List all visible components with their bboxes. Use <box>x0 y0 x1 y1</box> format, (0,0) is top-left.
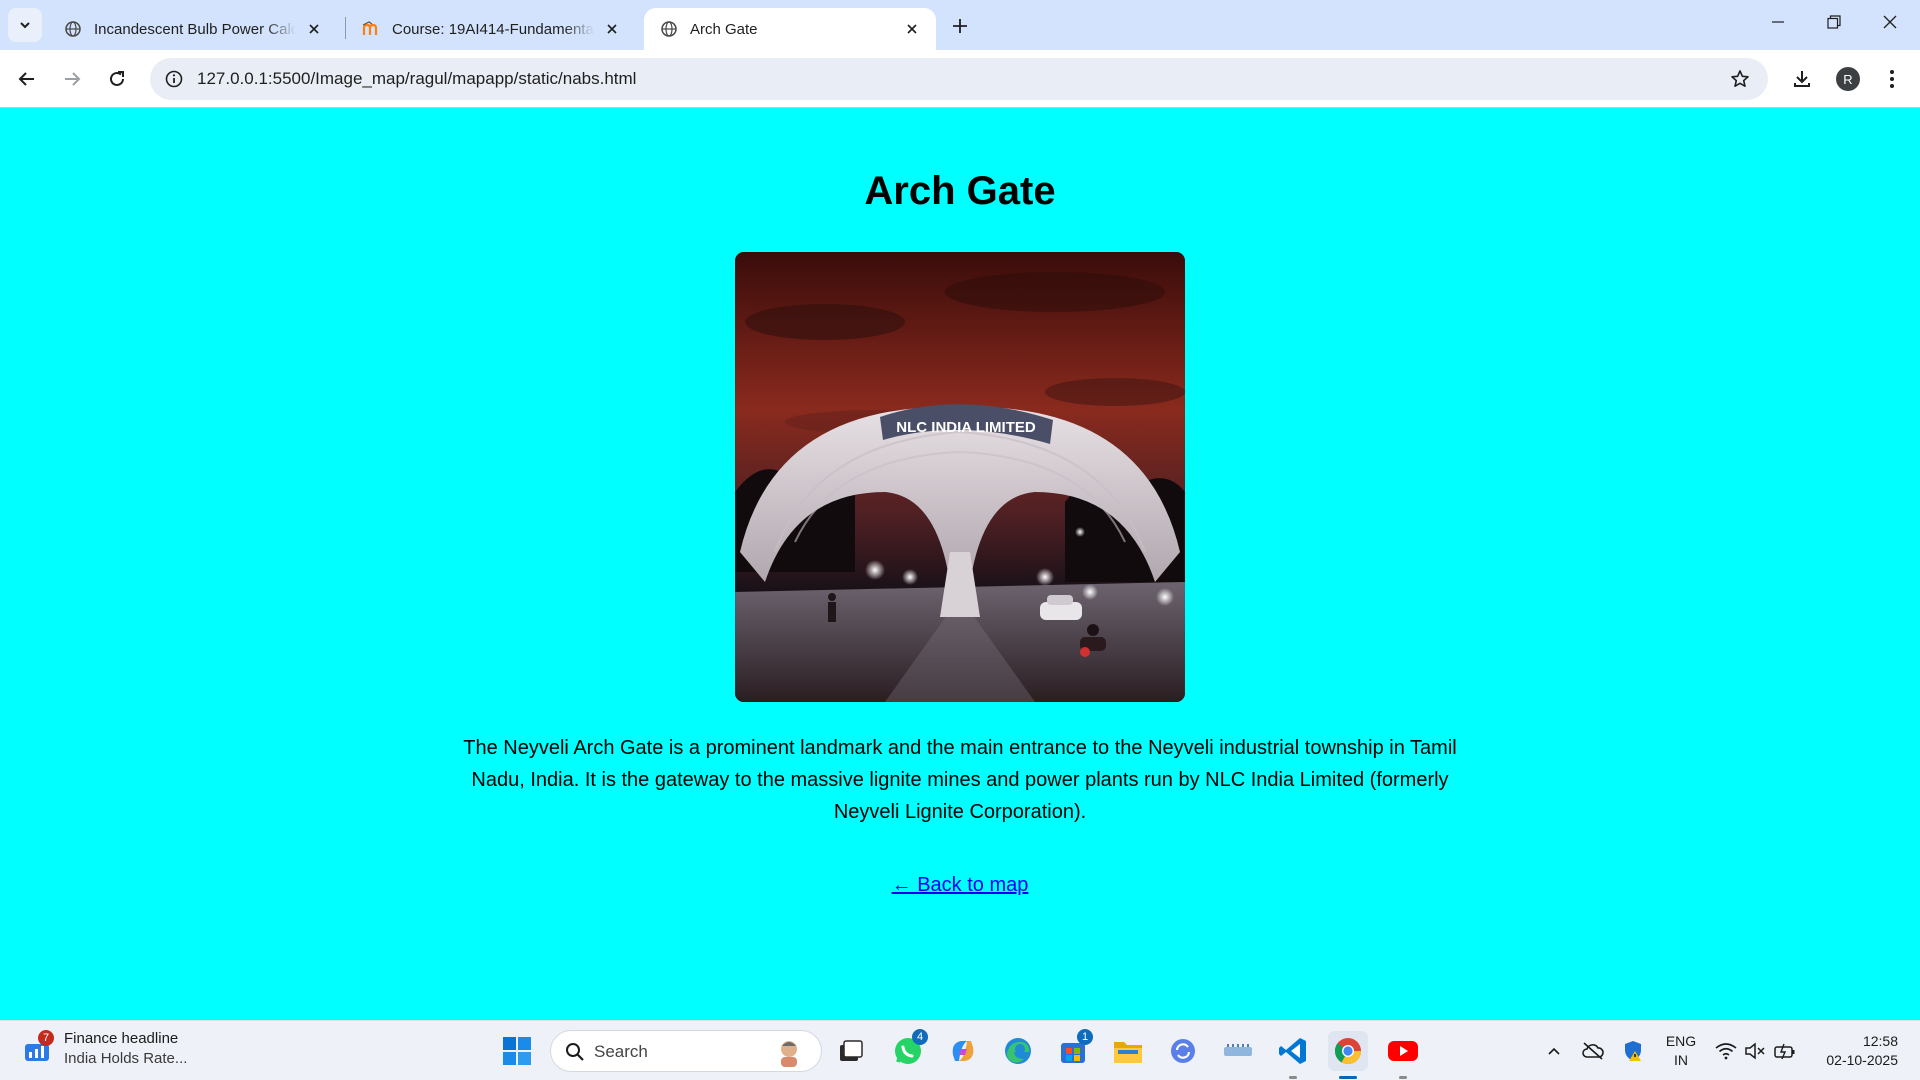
search-icon <box>566 1043 584 1061</box>
widget-badge: 7 <box>38 1030 54 1046</box>
restore-button[interactable] <box>1806 0 1862 44</box>
whatsapp-badge: 4 <box>912 1029 928 1045</box>
edge-button[interactable] <box>998 1031 1038 1071</box>
back-button[interactable] <box>9 61 45 97</box>
running-indicator <box>1289 1076 1297 1079</box>
running-indicator <box>1399 1076 1407 1079</box>
tab-title: Arch Gate <box>690 20 758 38</box>
restore-icon <box>1827 15 1841 29</box>
arrow-right-icon <box>65 72 81 86</box>
close-icon <box>1883 15 1897 29</box>
clock-time: 12:58 <box>1862 1033 1898 1049</box>
close-icon[interactable] <box>602 19 622 39</box>
tab-title: Incandescent Bulb Power Calcul <box>94 20 296 38</box>
download-icon <box>1794 71 1810 87</box>
start-button[interactable] <box>497 1031 537 1071</box>
onedrive-button[interactable] <box>1573 1031 1613 1071</box>
close-icon[interactable] <box>304 19 324 39</box>
show-hidden-icons-button[interactable] <box>1532 1031 1576 1071</box>
plus-icon <box>953 19 967 33</box>
store-badge: 1 <box>1077 1029 1093 1045</box>
windows-logo-icon <box>503 1037 531 1065</box>
downloads-button[interactable] <box>1784 61 1820 97</box>
stock-chart-icon: 7 <box>22 1030 54 1064</box>
copilot-icon <box>952 1041 974 1061</box>
close-icon[interactable] <box>902 19 922 39</box>
news-widget[interactable]: 7 Finance headline India Holds Rate... <box>22 1029 187 1069</box>
menu-button[interactable] <box>1874 61 1910 97</box>
vscode-icon <box>1279 1038 1306 1064</box>
address-bar[interactable]: 127.0.0.1:5500/Image_map/ragul/mapapp/st… <box>150 58 1768 100</box>
tab-incandescent[interactable]: Incandescent Bulb Power Calcul <box>48 8 338 50</box>
task-view-button[interactable] <box>831 1031 871 1071</box>
windows-taskbar: 7 Finance headline India Holds Rate... S… <box>0 1020 1920 1080</box>
search-highlight-icon <box>781 1041 797 1067</box>
globe-icon <box>64 20 82 38</box>
widget-headline: Finance headline <box>64 1030 179 1047</box>
arch-gate-photo: NLC INDIA LIMITED <box>735 252 1185 702</box>
youtube-button[interactable] <box>1383 1031 1423 1079</box>
browser-toolbar: 127.0.0.1:5500/Image_map/ragul/mapapp/st… <box>0 50 1920 108</box>
profile-avatar[interactable]: R <box>1836 67 1860 91</box>
new-tab-button[interactable] <box>944 10 976 42</box>
back-link-container: ← Back to map <box>0 874 1920 897</box>
taskbar-search-box[interactable]: Search <box>550 1030 822 1072</box>
kebab-menu-icon <box>1890 70 1894 88</box>
cloud-off-icon <box>1582 1042 1604 1060</box>
page-content: Arch Gate NLC INDIA LIMITED The Neyveli … <box>0 108 1920 1020</box>
moodle-icon <box>362 20 380 38</box>
chevron-up-icon <box>1548 1047 1560 1055</box>
tab-strip: Incandescent Bulb Power Calcul Course: 1… <box>0 0 1920 50</box>
running-indicator <box>1339 1076 1357 1079</box>
arrow-left-icon <box>18 72 34 86</box>
edge-icon <box>1005 1038 1031 1064</box>
folder-icon <box>1114 1042 1142 1063</box>
language-line1: ENG <box>1665 1033 1697 1049</box>
widget-subtext: India Holds Rate... <box>64 1050 188 1067</box>
tab-search-button[interactable] <box>8 8 42 42</box>
reload-icon <box>110 71 124 86</box>
url-text[interactable]: 127.0.0.1:5500/Image_map/ragul/mapapp/st… <box>197 69 636 89</box>
chrome-button[interactable] <box>1328 1031 1368 1079</box>
tab-arch-gate[interactable]: Arch Gate <box>644 8 936 50</box>
page-title: Arch Gate <box>864 169 1056 213</box>
language-indicator[interactable]: ENG IN <box>1660 1032 1702 1070</box>
reload-button[interactable] <box>99 61 135 97</box>
network-app-button[interactable] <box>1218 1031 1258 1071</box>
task-view-icon <box>840 1040 863 1061</box>
minimize-button[interactable] <box>1750 0 1806 44</box>
clock-date: 02-10-2025 <box>1826 1052 1898 1068</box>
chrome-icon <box>1334 1038 1362 1065</box>
file-explorer-button[interactable] <box>1108 1031 1148 1071</box>
youtube-icon <box>1388 1041 1418 1061</box>
tab-course[interactable]: Course: 19AI414-Fundamentals <box>346 8 636 50</box>
tab-title: Course: 19AI414-Fundamentals <box>392 20 594 38</box>
back-to-map-link[interactable]: ← Back to map <box>892 874 1029 896</box>
vscode-button[interactable] <box>1273 1031 1313 1079</box>
sync-icon <box>1171 1039 1195 1063</box>
globe-icon <box>660 20 678 38</box>
security-button[interactable] <box>1613 1031 1653 1071</box>
wifi-icon <box>1715 1043 1737 1060</box>
chevron-down-icon <box>20 22 30 29</box>
close-window-button[interactable] <box>1862 0 1918 44</box>
forward-button[interactable] <box>54 61 90 97</box>
system-clock[interactable]: 12:58 02-10-2025 <box>1826 1032 1898 1070</box>
volume-muted-icon <box>1745 1042 1765 1060</box>
description-text: The Neyveli Arch Gate is a prominent lan… <box>463 737 1457 823</box>
site-info-icon[interactable] <box>158 63 190 95</box>
copilot-button[interactable] <box>943 1031 983 1071</box>
arch-sign-text: NLC INDIA LIMITED <box>896 419 1036 436</box>
bookmark-star-icon[interactable] <box>1724 63 1756 95</box>
language-line2: IN <box>1674 1052 1688 1068</box>
minimize-icon <box>1772 21 1784 23</box>
ethernet-app-icon <box>1224 1044 1252 1056</box>
shield-warning-icon <box>1625 1041 1641 1061</box>
ms-store-button[interactable]: 1 <box>1053 1029 1093 1071</box>
sync-app-button[interactable] <box>1163 1031 1203 1071</box>
battery-button[interactable] <box>1767 1031 1803 1071</box>
search-label: Search <box>594 1042 648 1061</box>
battery-charging-icon <box>1774 1043 1795 1060</box>
whatsapp-button[interactable]: 4 <box>888 1029 928 1071</box>
